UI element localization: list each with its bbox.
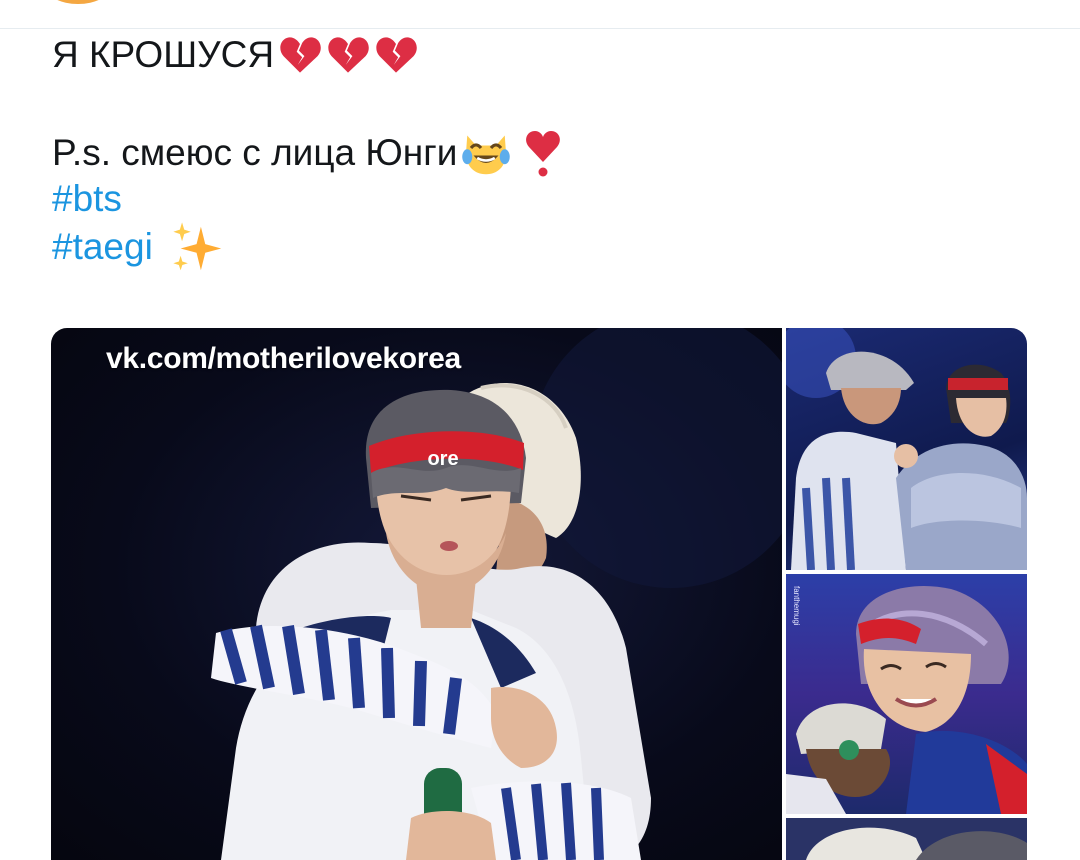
tweet-line-2-text: P.s. смеюс с лица Юнги (52, 132, 458, 173)
side-photo-1-illustration (786, 328, 1027, 570)
broken-heart-icon (280, 37, 321, 73)
hashtag-bts[interactable]: #bts (52, 178, 122, 220)
cat-tears-of-joy-icon (462, 135, 511, 175)
media-photo-middle-right[interactable]: fanthemugi (786, 574, 1027, 814)
tweet-line-1: Я КРОШУСЯ (52, 34, 1012, 76)
tweet-line-2: P.s. смеюс с лица Юнги (52, 131, 1012, 177)
media-photo-bottom-right[interactable] (786, 818, 1027, 860)
media-photo-top-right[interactable] (786, 328, 1027, 570)
main-photo-illustration: ore (211, 328, 782, 860)
avatar[interactable] (46, 0, 110, 4)
sparkles-icon (173, 222, 222, 271)
side-photo-3-illustration (806, 827, 1027, 860)
heart-exclamation-icon (526, 131, 561, 177)
photo-credit: fanthemugi (792, 586, 801, 626)
media-grid: ore vk.com/motherilovekorea fanthemugi (51, 328, 1027, 860)
broken-heart-icon (376, 37, 417, 73)
top-bar (0, 0, 1080, 29)
tweet-line-1-text: Я КРОШУСЯ (52, 34, 275, 75)
hashtag-line-1: #bts (52, 178, 1012, 220)
broken-heart-icon (328, 37, 369, 73)
side-photo-2-illustration (786, 586, 1027, 814)
hashtag-taegi[interactable]: #taegi (52, 226, 153, 268)
tweet-text: Я КРОШУСЯ P.s. смеюс с лица Юнги #bts #t… (52, 34, 1012, 271)
striped-sleeve-lower (471, 781, 641, 860)
hashtag-line-2: #taegi (52, 222, 1012, 271)
media-photo-main[interactable]: ore vk.com/motherilovekorea (51, 328, 782, 860)
watermark-text: vk.com/motherilovekorea (106, 342, 461, 375)
